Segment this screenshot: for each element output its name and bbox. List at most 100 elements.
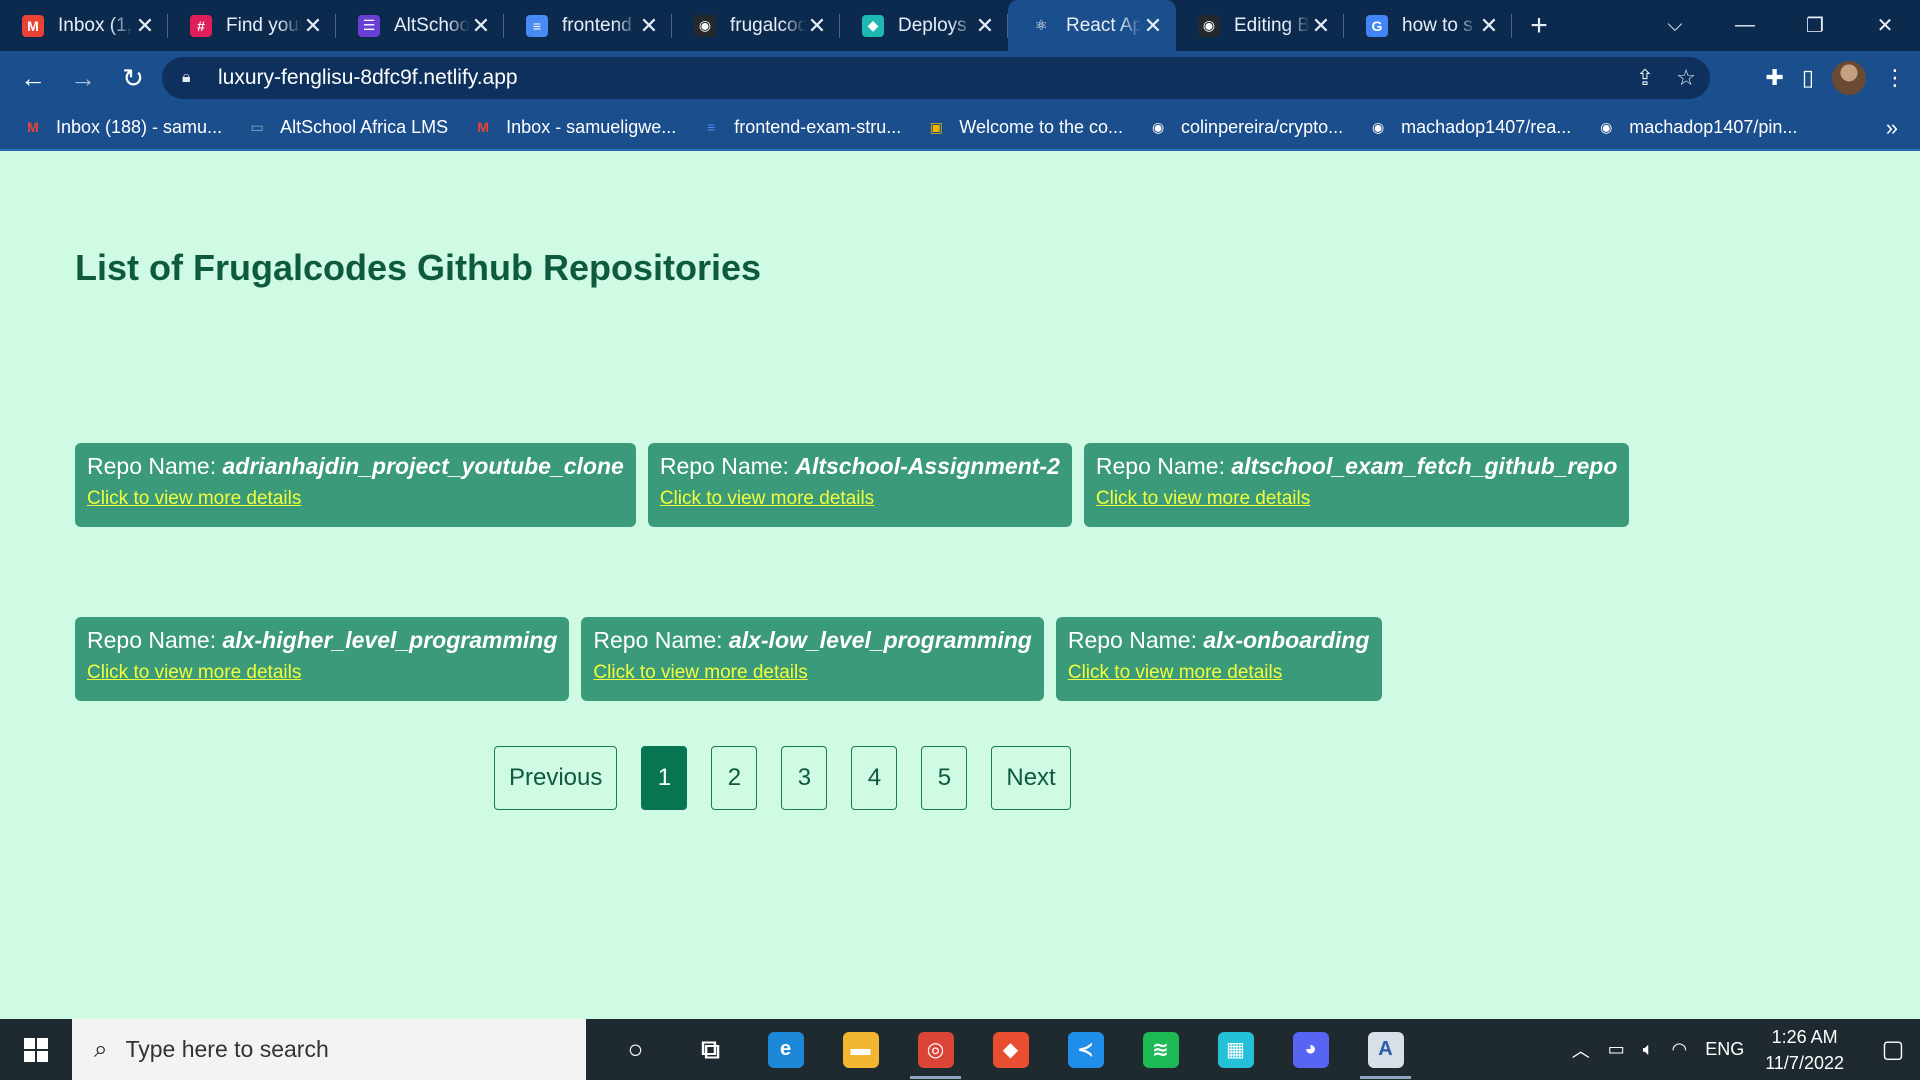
bookmark-item[interactable]: ◉ colinpereira/crypto... (1147, 117, 1343, 138)
browser-tab[interactable]: ◉ Editing B ✕ (1176, 0, 1344, 51)
close-tab-icon[interactable]: ✕ (1142, 13, 1164, 39)
language-indicator[interactable]: ENG (1705, 1039, 1744, 1060)
browser-tab[interactable]: # Find your ✕ (168, 0, 336, 51)
taskbar-app[interactable]: ◆ (973, 1019, 1048, 1080)
close-tab-icon[interactable]: ✕ (638, 13, 660, 39)
repo-card: Repo Name: adrianhajdin_project_youtube_… (75, 443, 636, 527)
tab-search-icon[interactable]: ⌵ (1640, 14, 1710, 37)
close-tab-icon[interactable]: ✕ (1478, 13, 1500, 39)
clock[interactable]: 1:26 AM 11/7/2022 (1765, 1024, 1844, 1076)
close-tab-icon[interactable]: ✕ (974, 13, 996, 39)
side-panel-icon[interactable]: ▯ (1802, 65, 1814, 91)
page-number-button[interactable]: 3 (781, 746, 828, 810)
page-number-button[interactable]: 1 (641, 746, 688, 810)
browser-tab[interactable]: Ghow to s ✕ (1344, 0, 1512, 51)
taskbar-app[interactable]: ◎ (898, 1019, 973, 1080)
menu-kebab-icon[interactable]: ⋮ (1884, 65, 1906, 91)
close-tab-icon[interactable]: ✕ (1310, 13, 1332, 39)
repo-details-link[interactable]: Click to view more details (1068, 662, 1370, 684)
previous-page-button[interactable]: Previous (494, 746, 618, 810)
browser-tab[interactable]: ⚛ React App✕ (1008, 0, 1176, 51)
bookmark-item[interactable]: ▭ AltSchool Africa LMS (246, 117, 448, 138)
docs-icon: ≡ (526, 14, 548, 37)
tab-separator (1511, 14, 1512, 38)
volume-icon[interactable]: 🔈︎ (1643, 1039, 1654, 1060)
window-controls: ⌵ — ❐ ✕ (1640, 0, 1920, 51)
tab-title: frontend (562, 14, 632, 36)
taskbar-app[interactable]: ▬ (823, 1019, 898, 1080)
repo-row: Repo Name: adrianhajdin_project_youtube_… (75, 443, 1630, 527)
taskbar-app[interactable]: ≺ (1048, 1019, 1123, 1080)
repo-details-link[interactable]: Click to view more details (87, 662, 557, 684)
wifi-icon[interactable]: ◠ (1672, 1039, 1688, 1060)
lock-icon[interactable]: 🔒︎ (182, 69, 204, 87)
page-number-button[interactable]: 4 (851, 746, 898, 810)
page-number-button[interactable]: 2 (711, 746, 758, 810)
back-icon[interactable]: ← (8, 56, 58, 100)
close-window-icon[interactable]: ✕ (1850, 13, 1920, 38)
browser-toolbar: ← → ↻ 🔒︎ luxury-fenglisu-8dfc9f.netlify.… (0, 51, 1920, 105)
close-tab-icon[interactable]: ✕ (470, 13, 492, 39)
github-icon: ◉ (1151, 118, 1165, 135)
page-number-list: 12345 (641, 746, 968, 810)
profile-avatar[interactable] (1832, 61, 1866, 95)
taskbar-app[interactable]: ≋ (1123, 1019, 1198, 1080)
bookmarks-overflow-icon[interactable]: » (1886, 105, 1898, 151)
bookmark-item[interactable]: ▣ Welcome to the co... (925, 117, 1123, 138)
bookmark-item[interactable]: M Inbox - samueligwe... (472, 117, 676, 138)
taskbar-app[interactable]: ◕ (1273, 1019, 1348, 1080)
repo-details-link[interactable]: Click to view more details (593, 662, 1031, 684)
restore-icon[interactable]: ❐ (1780, 13, 1850, 38)
system-tray: ︿ ▭ 🔈︎ ◠ ENG 1:26 AM 11/7/2022 ▢ (1563, 1019, 1920, 1080)
close-tab-icon[interactable]: ✕ (302, 13, 324, 39)
taskbar-app[interactable]: ○ (598, 1019, 673, 1080)
gmail-icon: M (22, 14, 44, 37)
bookmark-item[interactable]: M Inbox (188) - samu... (22, 117, 222, 138)
repo-name-prefix: Repo Name: (87, 627, 223, 653)
bookmark-star-icon[interactable]: ☆ (1676, 65, 1696, 91)
reload-icon[interactable]: ↻ (108, 56, 158, 100)
page-title: List of Frugalcodes Github Repositories (75, 247, 762, 288)
browser-tab[interactable]: M Inbox (1, ✕ (0, 0, 168, 51)
repo-details-link[interactable]: Click to view more details (87, 488, 624, 510)
bookmarks-bar: M Inbox (188) - samu... ▭ AltSchool Africa … (0, 105, 1920, 151)
page-number-button[interactable]: 5 (921, 746, 968, 810)
close-tab-icon[interactable]: ✕ (134, 13, 156, 39)
show-hidden-icons-icon[interactable]: ︿ (1572, 1037, 1590, 1063)
browser-tab[interactable]: ◉ frugalcode✕ (672, 0, 840, 51)
share-icon[interactable]: ⇪ (1636, 65, 1654, 91)
taskbar-app[interactable]: e (748, 1019, 823, 1080)
extensions-icon[interactable]: ✚ (1765, 65, 1783, 91)
repo-name-prefix: Repo Name: (1067, 627, 1204, 653)
github-icon: ◉ (1372, 118, 1385, 135)
taskbar-search-box[interactable]: ⌕ Type here to search (72, 1019, 586, 1080)
bookmark-item[interactable]: ≡ frontend-exam-stru... (700, 117, 901, 138)
start-button[interactable] (0, 1019, 72, 1080)
close-tab-icon[interactable]: ✕ (806, 13, 828, 39)
windows-logo-icon (24, 1037, 48, 1062)
bookmark-item[interactable]: ◉ machadop1407/pin... (1595, 117, 1797, 138)
bookmark-item[interactable]: ◉ machadop1407/rea... (1367, 117, 1571, 138)
browser-tab[interactable]: ◆ Deploys ✕ (840, 0, 1008, 51)
github-icon: ◉ (1198, 14, 1220, 37)
browser-tab[interactable]: ≡ frontend ✕ (504, 0, 672, 51)
repo-card: Repo Name: altschool_exam_fetch_github_r… (1083, 443, 1630, 527)
windows-taskbar: ⌕ Type here to search ○ ⧉ e ▬ ◎ ◆ ≺ ≋ ▦ ◕ A ︿ ▭ 🔈︎… (0, 1019, 1920, 1080)
forward-icon[interactable]: → (58, 56, 108, 100)
taskbar-app[interactable]: A (1348, 1019, 1423, 1080)
battery-icon[interactable]: ▭ (1608, 1039, 1625, 1060)
taskbar-app[interactable]: ▦ (1198, 1019, 1273, 1080)
repo-details-link[interactable]: Click to view more details (660, 488, 1060, 510)
repo-name-value: altschool_exam_fetch_github_repo (1231, 453, 1618, 479)
minimize-icon[interactable]: — (1710, 14, 1780, 37)
new-tab-button[interactable]: + (1512, 0, 1566, 51)
browser-tab[interactable]: ☰ AltSchool ✕ (336, 0, 504, 51)
address-bar[interactable]: 🔒︎ luxury-fenglisu-8dfc9f.netlify.app ⇪ … (162, 57, 1710, 99)
taskbar-app[interactable]: ⧉ (673, 1019, 748, 1080)
pagination: Previous 12345 Next (494, 746, 1071, 810)
tab-title: Inbox (1, (58, 14, 132, 36)
next-page-button[interactable]: Next (991, 746, 1071, 810)
tab-strip: M Inbox (1, ✕ # Find your ✕ ☰ AltSchool ✕ ≡ fronte… (0, 0, 1920, 51)
repo-details-link[interactable]: Click to view more details (1096, 488, 1618, 510)
notifications-icon[interactable]: ▢ (1866, 1035, 1920, 1064)
